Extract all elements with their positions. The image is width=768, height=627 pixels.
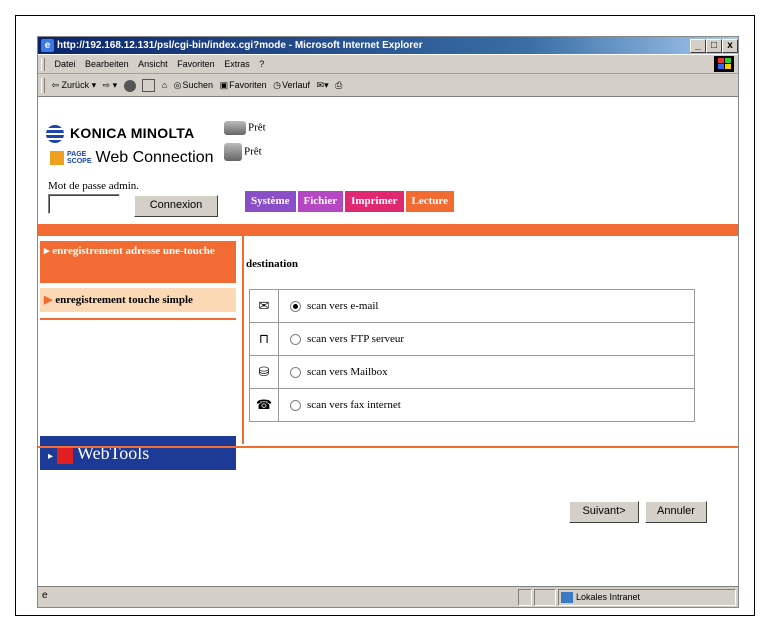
- option-label: scan vers FTP serveur: [307, 333, 405, 345]
- print-icon[interactable]: ⎙: [335, 80, 342, 90]
- stop-icon[interactable]: [123, 79, 136, 92]
- windows-logo-icon: [714, 56, 734, 72]
- password-input[interactable]: [48, 194, 120, 214]
- scanner-status: Prêt: [224, 143, 262, 161]
- cancel-button[interactable]: Annuler: [645, 501, 707, 523]
- internet-fax-icon: ☎: [250, 389, 279, 421]
- option-ftp[interactable]: ⊓ scan vers FTP serveur: [250, 323, 694, 356]
- radio-email[interactable]: [290, 301, 301, 312]
- favorites-button[interactable]: Favoriten: [229, 80, 267, 90]
- printer-icon: [224, 121, 246, 135]
- email-icon: ✉: [250, 290, 279, 322]
- ftp-server-icon: ⊓: [250, 323, 279, 355]
- option-email[interactable]: ✉ scan vers e-mail: [250, 290, 694, 323]
- option-label: scan vers Mailbox: [307, 366, 388, 378]
- tab-lecture[interactable]: Lecture: [405, 191, 454, 212]
- scanner-icon: [224, 143, 242, 161]
- menu-extras[interactable]: Extras: [224, 59, 250, 69]
- password-label: Mot de passe admin.: [48, 180, 140, 192]
- mail-icon[interactable]: ✉▾: [317, 80, 329, 90]
- history-button[interactable]: Verlauf: [282, 80, 310, 90]
- destination-options: ✉ scan vers e-mail ⊓ scan vers FTP serve…: [249, 289, 695, 422]
- webtools-link[interactable]: ▸ WebTools: [40, 436, 236, 470]
- toolbar: ⇦ Zurück ▾ ⇨ ▾ ⌂ ◎Suchen ▣Favoriten ◷Ver…: [38, 74, 738, 97]
- pagescope-logo: PAGE SCOPE Web Connection: [50, 149, 214, 167]
- search-button[interactable]: Suchen: [183, 80, 214, 90]
- pagescope-icon: [50, 150, 64, 165]
- vertical-divider: [242, 236, 244, 444]
- pagescope-wordmark: PAGE SCOPE: [67, 150, 92, 165]
- option-mailbox[interactable]: ⛁ scan vers Mailbox: [250, 356, 694, 389]
- minimize-button[interactable]: _: [690, 39, 706, 53]
- option-label: scan vers e-mail: [307, 300, 379, 312]
- history-icon[interactable]: ◷: [273, 80, 281, 90]
- printer-status: Prêt: [224, 121, 266, 135]
- status-cell: [518, 589, 532, 606]
- back-button[interactable]: ⇦ Zurück ▾: [52, 80, 97, 90]
- konica-minolta-logo: KONICA MINOLTA: [46, 125, 195, 144]
- tab-systeme[interactable]: Système: [245, 191, 296, 212]
- menu-ansicht[interactable]: Ansicht: [138, 59, 168, 69]
- home-icon[interactable]: ⌂: [162, 80, 167, 90]
- zone-indicator: Lokales Intranet: [558, 589, 736, 606]
- menu-datei[interactable]: Datei: [55, 59, 76, 69]
- page-content: KONICA MINOLTA PAGE SCOPE Web Connection P…: [38, 97, 738, 585]
- status-cell: [534, 589, 556, 606]
- status-bar: e Lokales Intranet: [38, 586, 738, 607]
- favorites-icon[interactable]: ▣: [220, 80, 229, 90]
- destination-heading: destination: [246, 258, 298, 270]
- login-button[interactable]: Connexion: [134, 195, 218, 217]
- sidebar-divider: [40, 318, 236, 320]
- maximize-button[interactable]: □: [706, 39, 722, 53]
- radio-ftp[interactable]: [290, 334, 301, 345]
- main-tabs: Système Fichier Imprimer Lecture: [245, 191, 456, 212]
- radio-internet-fax[interactable]: [290, 400, 301, 411]
- menu-help[interactable]: ?: [259, 59, 264, 69]
- menu-bar: Datei Bearbeiten Ansicht Favoriten Extra…: [38, 55, 738, 74]
- konica-globe-icon: [46, 125, 64, 144]
- menubar-grip: [41, 58, 45, 72]
- product-name: Web Connection: [95, 149, 214, 166]
- fiery-icon: [57, 445, 74, 464]
- window-title: http://192.168.12.131/psl/cgi-bin/index.…: [57, 40, 423, 51]
- radio-mailbox[interactable]: [290, 367, 301, 378]
- ie-icon: e: [41, 39, 54, 52]
- browser-window: e http://192.168.12.131/psl/cgi-bin/inde…: [37, 36, 739, 608]
- close-button[interactable]: x: [722, 39, 738, 53]
- forward-button[interactable]: ⇨ ▾: [103, 80, 118, 90]
- mailbox-icon: ⛁: [250, 356, 279, 388]
- menu-favoriten[interactable]: Favoriten: [177, 59, 215, 69]
- sidebar-item-touche-simple[interactable]: ▶ enregistrement touche simple: [40, 288, 236, 312]
- option-internet-fax[interactable]: ☎ scan vers fax internet: [250, 389, 694, 421]
- menu-bearbeiten[interactable]: Bearbeiten: [85, 59, 129, 69]
- page-icon: e: [42, 590, 48, 601]
- tab-fichier[interactable]: Fichier: [297, 191, 344, 212]
- arrow-icon: ▶: [44, 294, 53, 306]
- sidebar-item-adresse-une-touche[interactable]: ▸ enregistrement adresse une-touche: [40, 241, 236, 283]
- content-divider: [38, 446, 738, 448]
- refresh-icon[interactable]: [142, 79, 156, 93]
- toolbar-grip: [41, 78, 45, 94]
- option-label: scan vers fax internet: [307, 399, 401, 411]
- title-bar[interactable]: e http://192.168.12.131/psl/cgi-bin/inde…: [38, 37, 738, 54]
- tab-imprimer[interactable]: Imprimer: [345, 191, 404, 212]
- next-button[interactable]: Suivant>: [569, 501, 639, 523]
- intranet-icon: [561, 592, 573, 604]
- arrow-icon: ▸: [48, 451, 54, 462]
- header-divider: [38, 224, 738, 236]
- search-icon[interactable]: ◎: [174, 80, 182, 90]
- brand-name: KONICA MINOLTA: [70, 125, 195, 141]
